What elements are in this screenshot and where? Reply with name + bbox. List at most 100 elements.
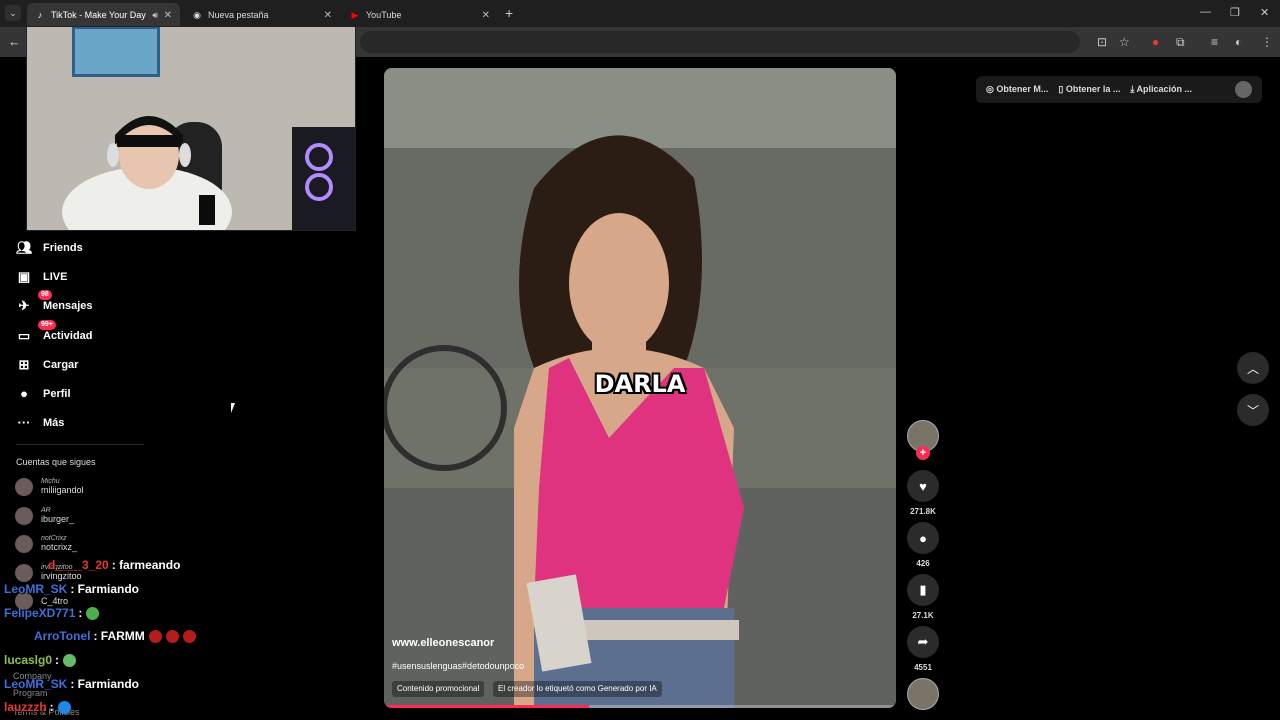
minimize-icon[interactable]: — xyxy=(1200,6,1211,18)
media-queue-icon[interactable]: ≡ xyxy=(1211,35,1218,49)
save-button[interactable]: ▮ xyxy=(907,574,939,606)
video-progress-bar[interactable] xyxy=(384,705,896,708)
profile-avatar-icon[interactable]: ◐ xyxy=(1235,35,1242,49)
comment-button[interactable]: ● xyxy=(907,522,939,554)
get-coins-button[interactable]: ◎ Obtener M... xyxy=(986,84,1048,95)
like-count: 271.8K xyxy=(910,507,936,516)
video-author[interactable]: www.elleonescanor xyxy=(392,637,494,649)
following-item[interactable]: AR iburger_ xyxy=(15,507,74,525)
chat-message: ArroTonel : FARMM xyxy=(4,629,196,643)
chat-message: d____3_20 : farmeando xyxy=(4,558,180,572)
get-coins-label: Obtener M... xyxy=(996,84,1049,94)
emote-icon xyxy=(63,653,77,667)
follow-plus-icon[interactable]: + xyxy=(916,446,930,460)
back-arrow-icon[interactable]: ← xyxy=(8,34,21,49)
music-disc-icon[interactable] xyxy=(907,678,939,710)
username: notcrixz_ xyxy=(41,542,78,552)
speaker-icon[interactable]: 🔊︎ xyxy=(152,10,158,21)
chat-message: lucaslg0 : xyxy=(4,653,77,667)
install-app-icon[interactable]: ⊡ xyxy=(1097,35,1107,49)
ai-generated-label: El creador lo etiquetó como Generado por… xyxy=(493,681,662,697)
chat-text: : xyxy=(78,606,83,620)
tab-title: YouTube xyxy=(366,10,402,20)
video-player[interactable]: DARLA www.elleonescanor #usensuslenguas#… xyxy=(384,68,896,708)
tab-title: Nueva pestaña xyxy=(208,10,269,20)
avatar xyxy=(15,535,33,553)
chat-username: lucaslg0 xyxy=(4,653,53,667)
sidebar-item-friends[interactable]: 👥︎ Friends xyxy=(16,240,83,256)
close-tab-icon[interactable]: ✕ xyxy=(164,10,172,21)
avatar xyxy=(15,507,33,525)
previous-video-button[interactable]: ︿ xyxy=(1237,352,1269,384)
extensions-puzzle-icon[interactable]: ⧉ xyxy=(1176,35,1185,50)
sidebar-item-label: Mensajes xyxy=(43,300,93,312)
following-item[interactable]: notCrixz notcrixz_ xyxy=(15,535,77,553)
get-app-button[interactable]: ▯ Obtener la ... xyxy=(1058,84,1120,95)
chat-text: : Farmiando xyxy=(70,677,140,691)
tab-strip: ⌄ ♪ TikTok - Make Your Day 🔊︎ ✕ ◉ Nueva … xyxy=(0,0,1280,27)
messages-icon: ✈︎ xyxy=(18,298,30,313)
emote-icon xyxy=(86,606,100,620)
sidebar-item-activity[interactable]: ▭ 99+ Actividad xyxy=(16,320,93,344)
get-app-label: Obtener la ... xyxy=(1065,84,1121,94)
username: miliigandol xyxy=(41,485,84,495)
sidebar-item-live[interactable]: ▣ LIVE xyxy=(16,269,68,285)
chevron-up-icon: ︿ xyxy=(1246,361,1259,376)
friends-icon: 👥︎ xyxy=(16,240,33,255)
comment-icon: ● xyxy=(919,530,927,546)
emote-icon xyxy=(165,629,179,643)
chat-username: d____3_20 xyxy=(48,558,109,572)
user-avatar[interactable] xyxy=(1235,81,1252,98)
chat-text: : FARMM xyxy=(93,629,145,643)
emote-icon xyxy=(148,629,162,643)
sidebar-item-label: LIVE xyxy=(43,271,68,283)
profile-icon: ● xyxy=(20,386,28,401)
share-button[interactable]: ➦ xyxy=(907,626,939,658)
chat-username: LeoMR_SK xyxy=(4,677,68,691)
youtube-icon: ▶ xyxy=(351,10,359,20)
mouse-cursor xyxy=(231,403,235,413)
chat-text: : Farmiando xyxy=(70,582,140,596)
emote-icon xyxy=(57,700,71,714)
chat-message: FelipeXD771 : xyxy=(4,606,100,620)
sidebar-item-more[interactable]: ··· Más xyxy=(16,415,65,430)
activity-icon: ▭ xyxy=(17,328,31,343)
tab-youtube[interactable]: ▶ YouTube ✕ xyxy=(342,3,498,27)
tab-new[interactable]: ◉ Nueva pestaña ✕ xyxy=(184,3,340,27)
kebab-menu-icon[interactable]: ⋮ xyxy=(1261,35,1273,49)
sidebar-item-profile[interactable]: ● Perfil xyxy=(16,386,71,401)
promo-label: Contenido promocional xyxy=(392,681,485,697)
username: iburger_ xyxy=(41,514,75,524)
sidebar-item-messages[interactable]: ✈︎ 98 Mensajes xyxy=(16,290,93,314)
pc-app-button[interactable]: ⤓ Aplicación ... xyxy=(1130,84,1192,95)
next-video-button[interactable]: ﹀ xyxy=(1237,394,1269,426)
close-tab-icon[interactable]: ✕ xyxy=(324,10,332,21)
share-count: 4551 xyxy=(914,663,932,672)
sidebar-item-upload[interactable]: ⊞ Cargar xyxy=(16,357,79,373)
close-tab-icon[interactable]: ✕ xyxy=(482,10,490,21)
bookmark-star-icon[interactable]: ☆ xyxy=(1119,35,1130,49)
restore-icon[interactable]: ❐ xyxy=(1230,6,1240,19)
chat-message: lauzzzh : xyxy=(4,700,71,714)
chat-username: LeoMR_SK xyxy=(4,582,68,596)
share-arrow-icon: ➦ xyxy=(917,634,929,649)
address-bar[interactable] xyxy=(360,31,1080,53)
tab-search-button[interactable]: ⌄ xyxy=(5,5,21,21)
webcam-overlay xyxy=(26,26,356,231)
tab-tiktok[interactable]: ♪ TikTok - Make Your Day 🔊︎ ✕ xyxy=(27,3,180,27)
display-name: Michu xyxy=(41,478,60,485)
chat-text: : xyxy=(49,700,54,714)
sidebar-item-label: Perfil xyxy=(43,387,71,400)
following-item[interactable]: Michu miliigandol xyxy=(15,478,84,496)
messages-badge: 98 xyxy=(38,290,52,300)
bookmark-icon: ▮ xyxy=(919,582,927,597)
new-tab-button[interactable]: + xyxy=(505,5,513,21)
video-progress-fill xyxy=(384,705,589,708)
chat-username: ArroTonel xyxy=(34,629,91,643)
username: irvingzitoo xyxy=(41,571,82,581)
heart-icon: ♥ xyxy=(919,478,927,494)
like-button[interactable]: ♥ xyxy=(907,470,939,502)
video-hashtags[interactable]: #usensuslenguas#detodounpoco xyxy=(392,661,524,671)
extension-red-icon[interactable]: ● xyxy=(1152,35,1159,49)
close-window-icon[interactable]: ✕ xyxy=(1260,6,1269,19)
